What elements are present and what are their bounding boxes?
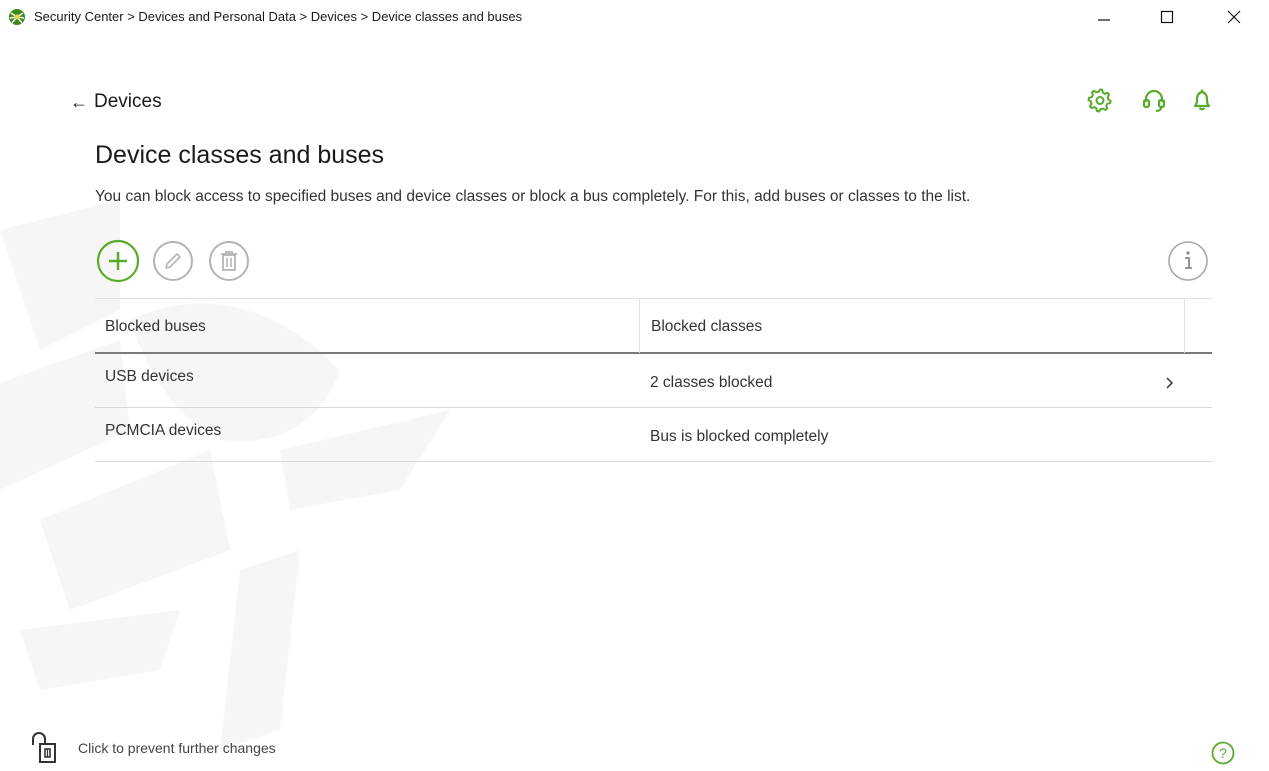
- support-button[interactable]: [1140, 86, 1168, 114]
- page-description: You can block access to specified buses …: [95, 188, 971, 205]
- add-icon: [96, 239, 140, 283]
- delete-button[interactable]: [207, 239, 251, 283]
- back-arrow-icon: ←: [70, 91, 88, 112]
- lock-settings-button[interactable]: Click to prevent further changes: [30, 731, 276, 765]
- minimize-icon: [1098, 19, 1110, 21]
- buses-table: Blocked buses Blocked classes USB device…: [95, 298, 1212, 462]
- maximize-button[interactable]: [1144, 0, 1190, 34]
- table-row[interactable]: USB devices 2 classes blocked: [95, 354, 1212, 408]
- bus-name: USB devices: [105, 368, 194, 385]
- close-button[interactable]: [1211, 0, 1257, 34]
- page-title: Device classes and buses: [95, 141, 385, 169]
- expand-row-button[interactable]: [1163, 375, 1177, 391]
- title-bar: Security Center > Devices and Personal D…: [0, 0, 1269, 34]
- unlocked-padlock-icon: [32, 732, 56, 763]
- delete-icon: [209, 241, 249, 281]
- column-header-blocked-buses[interactable]: Blocked buses: [105, 318, 206, 336]
- headset-icon: [1142, 89, 1166, 112]
- blocked-classes-value: Bus is blocked completely: [650, 428, 829, 445]
- spider-logo-icon: [9, 9, 25, 25]
- table-header: Blocked buses Blocked classes: [95, 298, 1212, 354]
- add-button[interactable]: [96, 239, 140, 283]
- minimize-button[interactable]: [1081, 0, 1127, 34]
- lock-label: Click to prevent further changes: [78, 740, 276, 756]
- column-divider[interactable]: [639, 299, 640, 353]
- info-button[interactable]: [1166, 239, 1210, 283]
- maximize-icon: [1160, 10, 1174, 24]
- info-icon: [1168, 241, 1208, 281]
- help-button[interactable]: ?: [1210, 740, 1236, 766]
- table-row[interactable]: PCMCIA devices Bus is blocked completely: [95, 408, 1212, 462]
- bus-name: PCMCIA devices: [105, 422, 222, 439]
- back-link-label: Devices: [94, 91, 162, 112]
- settings-button[interactable]: [1086, 86, 1114, 114]
- chevron-right-icon: [1166, 377, 1174, 389]
- window-title: Security Center > Devices and Personal D…: [34, 9, 523, 24]
- column-header-blocked-classes[interactable]: Blocked classes: [651, 318, 762, 336]
- edit-icon: [153, 241, 193, 281]
- edit-button[interactable]: [151, 239, 195, 283]
- help-symbol: ?: [1219, 745, 1227, 761]
- notifications-button[interactable]: [1188, 86, 1216, 114]
- help-icon: ?: [1211, 741, 1235, 765]
- back-link[interactable]: ← Devices: [70, 91, 162, 113]
- close-icon: [1227, 10, 1241, 24]
- column-divider[interactable]: [1184, 299, 1185, 353]
- blocked-classes-value: 2 classes blocked: [650, 374, 773, 391]
- bell-icon: [1193, 89, 1211, 111]
- gear-icon: [1087, 88, 1112, 113]
